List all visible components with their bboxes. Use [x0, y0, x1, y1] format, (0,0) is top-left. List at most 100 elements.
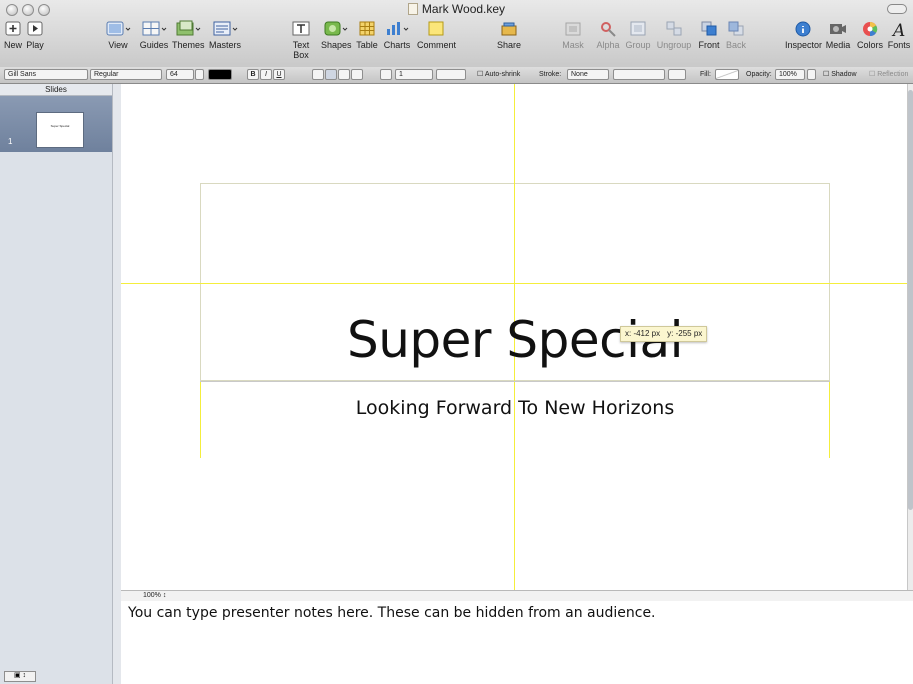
- font-size-stepper[interactable]: [195, 69, 204, 80]
- stroke-value: None: [571, 71, 588, 78]
- front-button[interactable]: Front: [697, 20, 721, 50]
- themes-icon: [176, 20, 201, 36]
- charts-button[interactable]: Charts: [383, 20, 411, 50]
- italic-button[interactable]: I: [260, 69, 272, 80]
- subtitle-right-edge: [829, 382, 830, 458]
- shapes-label: Shapes: [321, 40, 352, 50]
- comment-icon: [428, 21, 444, 36]
- opacity-label: Opacity:: [746, 71, 772, 78]
- slide-thumb-image: Super Special: [36, 112, 84, 148]
- play-icon: [27, 21, 43, 36]
- color-wheel-icon: [863, 21, 878, 37]
- text-box-button[interactable]: Text Box: [284, 20, 318, 60]
- notes-text[interactable]: You can type presenter notes here. These…: [128, 605, 656, 621]
- line-spacing-select[interactable]: 1: [395, 69, 433, 80]
- mask-icon: [565, 22, 581, 36]
- vertical-align-button[interactable]: [380, 69, 392, 80]
- table-button[interactable]: Table: [355, 20, 379, 50]
- fonts-label: Fonts: [887, 40, 911, 50]
- align-left-button[interactable]: [312, 69, 324, 80]
- slide-canvas[interactable]: Super Special Looking Forward To New Hor…: [121, 84, 908, 590]
- inspector-button[interactable]: Inspector: [785, 20, 822, 50]
- scrollbar-thumb[interactable]: [908, 90, 913, 510]
- masters-button[interactable]: Masters: [208, 20, 242, 50]
- masters-label: Masters: [208, 40, 241, 50]
- text-color-well[interactable]: [208, 69, 232, 80]
- stroke-color-well[interactable]: [668, 69, 686, 80]
- charts-label: Charts: [383, 40, 411, 50]
- panel-splitter[interactable]: [112, 84, 121, 684]
- auto-shrink-checkbox[interactable]: ☐ Auto-shrink: [477, 69, 520, 80]
- group-label: Group: [625, 40, 651, 50]
- font-family-select[interactable]: Gill Sans: [4, 69, 88, 80]
- charts-icon: [387, 22, 409, 35]
- line-spacing-value: 1: [399, 71, 403, 78]
- table-icon: [359, 21, 375, 36]
- guides-button[interactable]: Guides: [139, 20, 169, 50]
- media-label: Media: [825, 40, 851, 50]
- reflection-label: Reflection: [877, 71, 909, 78]
- shadow-checkbox[interactable]: ☐ Shadow: [823, 69, 857, 80]
- window-title-text: Mark Wood.key: [421, 2, 506, 16]
- font-size-field[interactable]: 64: [166, 69, 194, 80]
- ungroup-button[interactable]: Ungroup: [656, 20, 692, 50]
- front-label: Front: [698, 40, 720, 50]
- text-box-divider: [200, 381, 830, 382]
- alpha-button[interactable]: Alpha: [596, 20, 620, 50]
- share-button[interactable]: Share: [496, 20, 522, 50]
- shapes-button[interactable]: Shapes: [321, 20, 352, 50]
- svg-text:A: A: [891, 21, 905, 38]
- bold-button[interactable]: B: [247, 69, 259, 80]
- columns-select[interactable]: [436, 69, 466, 80]
- stroke-select[interactable]: None: [567, 69, 609, 80]
- slides-panel: Slides Super Special 1 ▣ ↕: [0, 84, 121, 684]
- opacity-field[interactable]: 100%: [775, 69, 805, 80]
- slide-title[interactable]: Super Special: [200, 310, 830, 370]
- back-button[interactable]: Back: [725, 20, 747, 50]
- zoom-select[interactable]: 100% ↕: [143, 592, 166, 600]
- colors-label: Colors: [856, 40, 883, 50]
- mask-button[interactable]: Mask: [562, 20, 584, 50]
- canvas-scrollbar[interactable]: [907, 84, 913, 590]
- document-icon: [407, 3, 418, 15]
- info-icon: [795, 21, 811, 37]
- view-button[interactable]: View: [103, 20, 133, 50]
- fonts-button[interactable]: A Fonts: [887, 20, 911, 50]
- stroke-label: Stroke:: [539, 71, 562, 78]
- slides-header: Slides: [0, 84, 112, 96]
- shapes-icon: [324, 21, 348, 36]
- group-button[interactable]: Group: [625, 20, 651, 50]
- themes-label: Themes: [172, 40, 205, 50]
- themes-button[interactable]: Themes: [172, 20, 205, 50]
- reflection-checkbox[interactable]: ☐ Reflection: [869, 69, 908, 80]
- ungroup-label: Ungroup: [656, 40, 692, 50]
- new-label: New: [3, 40, 22, 50]
- new-slide-button[interactable]: New: [3, 20, 23, 50]
- font-family-value: Gill Sans: [8, 71, 37, 78]
- align-right-button[interactable]: [338, 69, 350, 80]
- colors-button[interactable]: Colors: [856, 20, 884, 50]
- align-justify-button[interactable]: [351, 69, 363, 80]
- guides-label: Guides: [139, 40, 169, 50]
- table-label: Table: [356, 40, 378, 50]
- comment-button[interactable]: Comment: [417, 20, 456, 50]
- slide-thumbnail-1[interactable]: Super Special 1: [0, 96, 112, 152]
- presenter-notes[interactable]: You can type presenter notes here. These…: [121, 601, 913, 684]
- fill-well[interactable]: [715, 69, 739, 80]
- play-button[interactable]: Play: [25, 20, 45, 50]
- toolbar-toggle-button[interactable]: [887, 4, 907, 14]
- slide-subtitle[interactable]: Looking Forward To New Horizons: [200, 396, 830, 420]
- opacity-stepper[interactable]: [807, 69, 816, 80]
- underline-button[interactable]: U: [273, 69, 285, 80]
- stroke-width-field[interactable]: [613, 69, 665, 80]
- slide-view-menu[interactable]: ▣ ↕: [4, 671, 36, 682]
- font-style-select[interactable]: Regular: [90, 69, 162, 80]
- font-style-value: Regular: [94, 71, 119, 78]
- view-label: View: [108, 40, 128, 50]
- align-center-button[interactable]: [325, 69, 337, 80]
- opacity-value: 100%: [779, 71, 797, 78]
- share-icon: [501, 22, 517, 36]
- media-button[interactable]: Media: [825, 20, 851, 50]
- underline-glyph: U: [276, 71, 282, 78]
- window-title: Mark Wood.key: [0, 2, 913, 16]
